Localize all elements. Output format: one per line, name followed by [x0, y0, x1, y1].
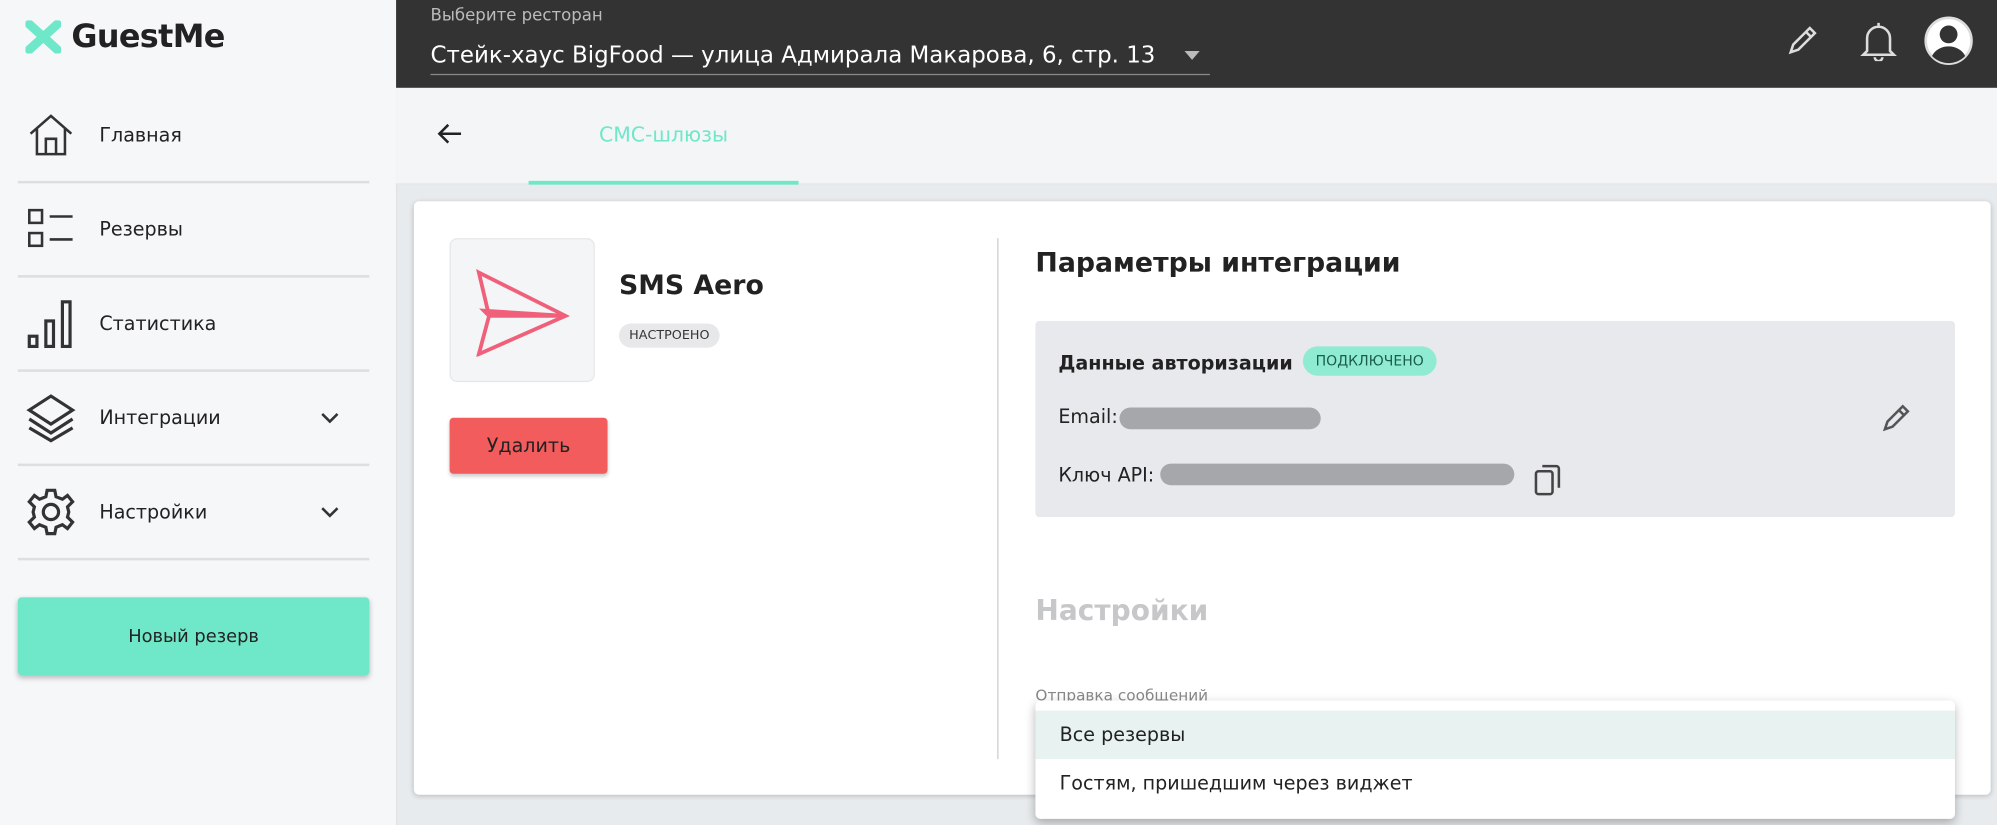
sidebar-item-label: Главная: [99, 122, 182, 146]
delete-button[interactable]: Удалить: [449, 417, 608, 474]
api-key-label: Ключ API:: [1058, 463, 1155, 487]
provider-logo: [449, 238, 595, 383]
bell-icon[interactable]: [1859, 20, 1897, 66]
paper-plane-icon: [476, 268, 570, 356]
sidebar-item-settings[interactable]: Настройки: [17, 465, 370, 561]
option-widget-guests[interactable]: Гостям, пришедшим через виджет: [1035, 759, 1955, 807]
sidebar-item-label: Статистика: [99, 311, 217, 335]
list-icon: [23, 201, 79, 257]
divider: [997, 238, 999, 760]
logo[interactable]: GuestMe: [25, 17, 225, 55]
restaurant-select-label: Выберите ресторан: [430, 6, 603, 26]
chevron-down-icon[interactable]: [321, 411, 339, 424]
connection-badge: ПОДКЛЮЧЕНО: [1302, 346, 1437, 376]
section-title: Параметры интеграции: [1035, 247, 1401, 278]
copy-icon[interactable]: [1532, 461, 1563, 502]
sidebar: GuestMe Главная Резервы Статистика Интег…: [0, 0, 398, 825]
sidebar-item-statistics[interactable]: Статистика: [17, 276, 370, 372]
bar-chart-icon: [23, 295, 79, 351]
settings-title: Настройки: [1035, 596, 1209, 628]
status-badge: НАСТРОЕНО: [618, 323, 720, 348]
tab-sms-gateways[interactable]: СМС-шлюзы: [528, 88, 799, 185]
app-name: GuestMe: [71, 17, 225, 55]
back-arrow-icon[interactable]: [434, 118, 465, 154]
email-label: Email:: [1058, 405, 1118, 428]
dropdown-arrow-icon: [1184, 50, 1200, 60]
guestme-logo-icon: [25, 19, 62, 53]
restaurant-select[interactable]: Стейк-хаус BigFood — улица Адмирала Мака…: [430, 37, 1210, 76]
sidebar-item-home[interactable]: Главная: [17, 88, 370, 184]
sidebar-item-label: Настройки: [99, 499, 208, 523]
sidebar-item-integrations[interactable]: Интеграции: [17, 371, 370, 467]
top-bar: Выберите ресторан Стейк-хаус BigFood — у…: [396, 0, 1997, 88]
new-reservation-button[interactable]: Новый резерв: [17, 597, 370, 676]
auth-panel: Данные авторизации ПОДКЛЮЧЕНО Email: Клю…: [1035, 320, 1955, 518]
option-all-reservations[interactable]: Все резервы: [1035, 710, 1955, 760]
redacted-api-key: [1160, 463, 1515, 486]
sidebar-item-label: Интеграции: [99, 405, 221, 429]
avatar[interactable]: [1923, 15, 1974, 71]
sidebar-item-reservations[interactable]: Резервы: [17, 182, 370, 278]
chevron-down-icon[interactable]: [321, 505, 339, 518]
restaurant-select-value: Стейк-хаус BigFood — улица Адмирала Мака…: [430, 42, 1156, 69]
provider-name: SMS Aero: [618, 270, 764, 301]
layers-icon: [23, 389, 79, 445]
edit-icon[interactable]: [1786, 24, 1819, 62]
gear-icon: [23, 483, 79, 539]
edit-icon[interactable]: [1881, 402, 1912, 438]
auth-title: Данные авторизации: [1058, 351, 1293, 375]
home-icon: [23, 106, 79, 162]
tab-bar: СМС-шлюзы: [396, 87, 1997, 185]
redacted-email: [1119, 407, 1321, 430]
sidebar-item-label: Резервы: [99, 217, 184, 241]
send-messages-dropdown: Все резервы Гостям, пришедшим через видж…: [1035, 700, 1955, 819]
